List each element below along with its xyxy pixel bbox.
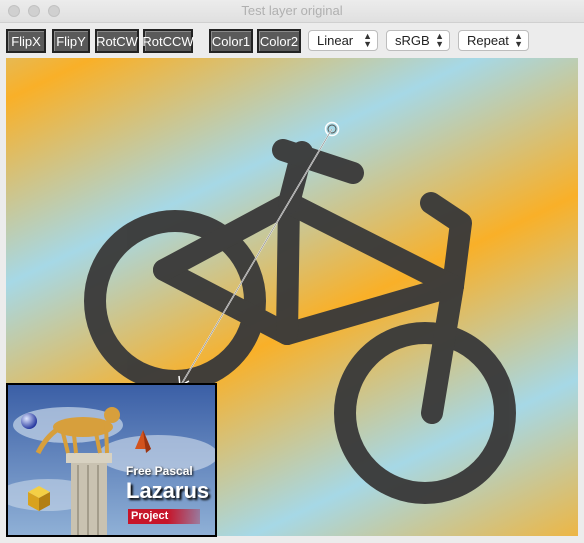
color2-button[interactable]: Color2 bbox=[257, 29, 301, 53]
title-bar: Test layer original bbox=[0, 0, 584, 23]
logo-line-2: Lazarus bbox=[126, 478, 210, 503]
interpolation-select[interactable]: Linear ▲ ▼ bbox=[308, 30, 378, 51]
interpolation-select-value: Linear bbox=[317, 33, 354, 48]
repeat-select[interactable]: Repeat ▲ ▼ bbox=[458, 30, 529, 51]
chevron-updown-icon: ▲ ▼ bbox=[514, 31, 523, 49]
lazarus-logo-image: Free Pascal Lazarus Project bbox=[6, 383, 217, 537]
app-window: Test layer original FlipX FlipY RotCW Ro… bbox=[0, 0, 584, 543]
window-title: Test layer original bbox=[241, 3, 343, 18]
logo-line-3: Project bbox=[128, 509, 200, 524]
rotate-cw-button[interactable]: RotCW bbox=[95, 29, 139, 53]
colorspace-select-value: sRGB bbox=[395, 33, 430, 48]
logo-line-1: Free Pascal bbox=[126, 464, 193, 478]
flipx-button[interactable]: FlipX bbox=[6, 29, 46, 53]
color1-button[interactable]: Color1 bbox=[209, 29, 253, 53]
colorspace-select[interactable]: sRGB ▲ ▼ bbox=[386, 30, 450, 51]
flipy-button[interactable]: FlipY bbox=[52, 29, 90, 53]
rotate-ccw-button[interactable]: RotCCW bbox=[142, 29, 194, 53]
chevron-updown-icon: ▲ ▼ bbox=[363, 31, 372, 49]
chevron-updown-icon: ▲ ▼ bbox=[435, 31, 444, 49]
repeat-select-value: Repeat bbox=[467, 33, 509, 48]
